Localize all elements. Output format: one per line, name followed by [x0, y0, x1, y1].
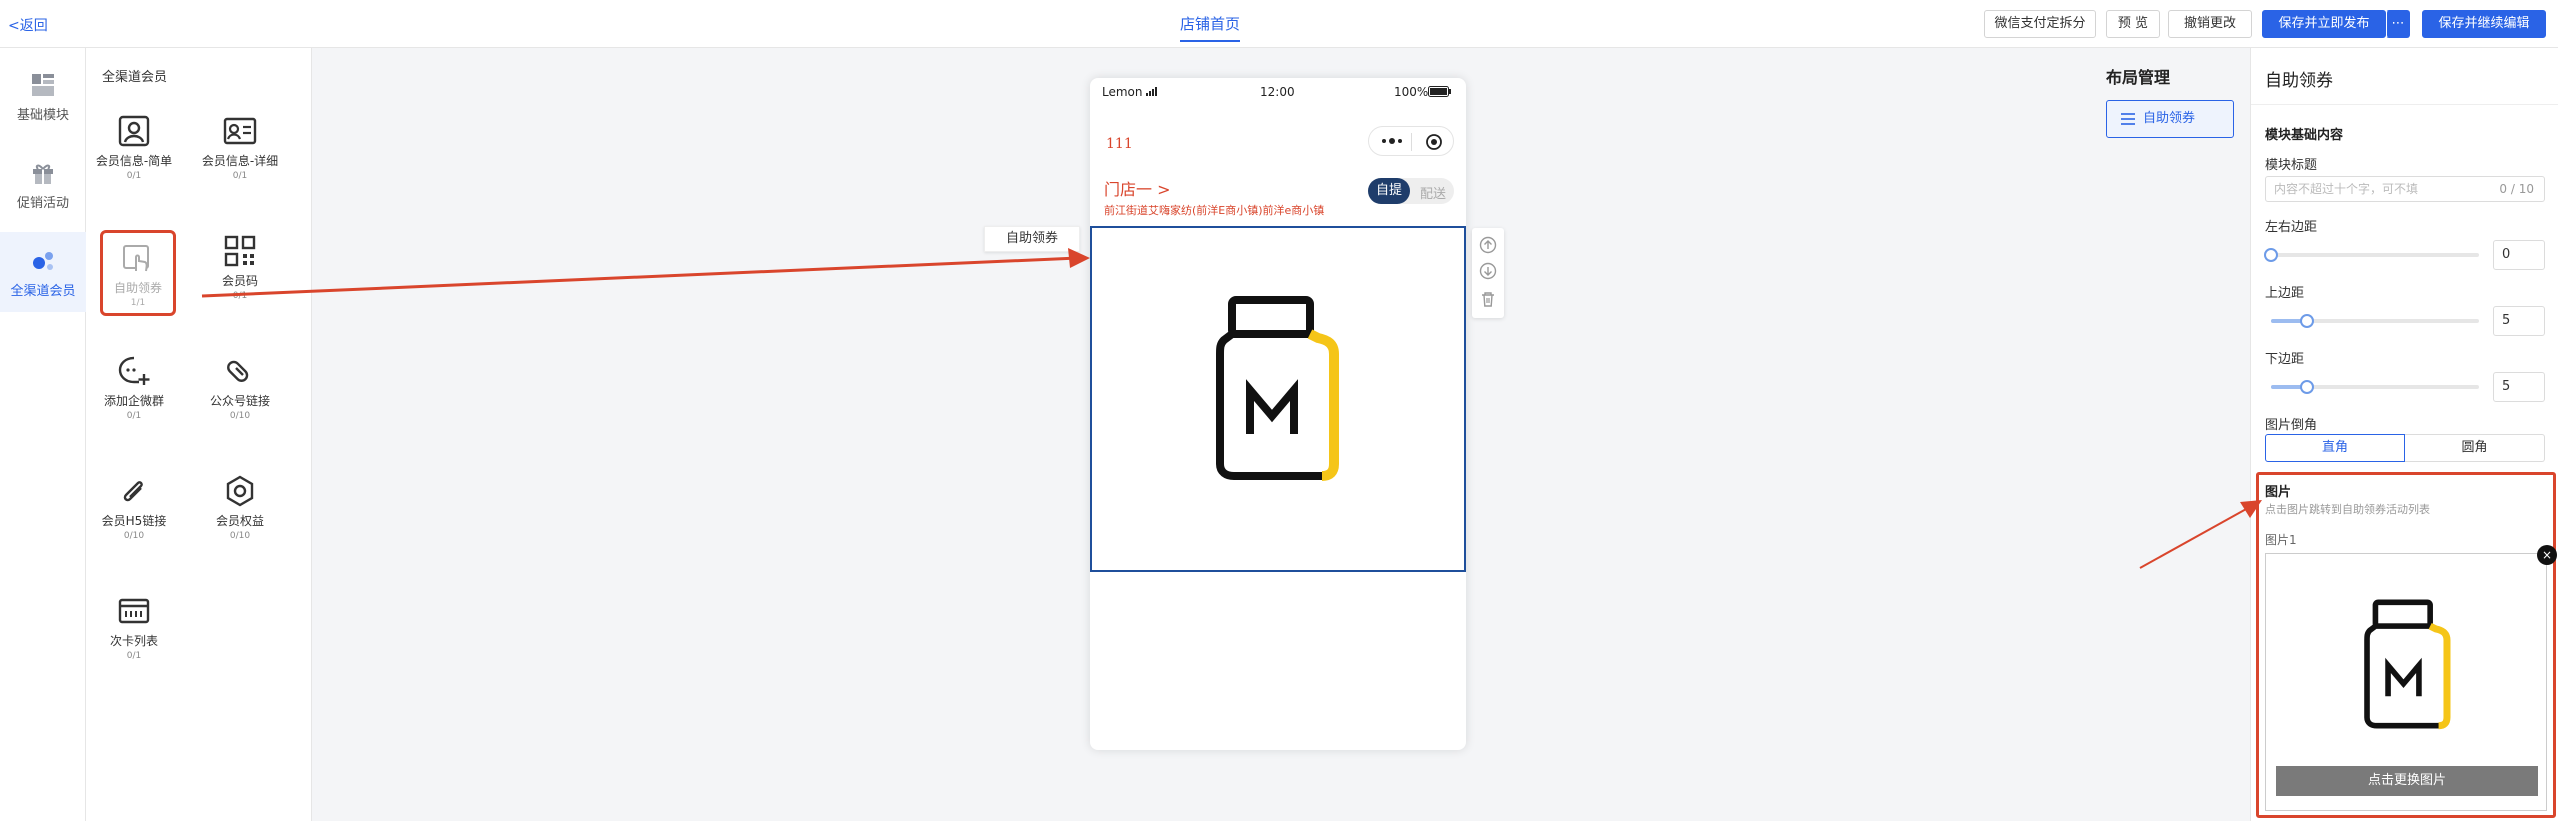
- annotation-arrows: [201, 248, 2262, 569]
